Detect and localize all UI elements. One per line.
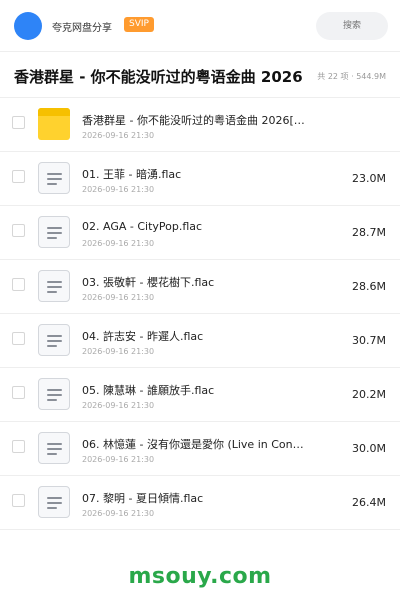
item-size: 30.0M — [352, 442, 386, 455]
top-bar: 夸克网盘分享 SVIP — [0, 0, 400, 52]
item-date: 2026-09-16 21:30 — [82, 293, 155, 302]
item-date: 2026-09-16 21:30 — [82, 509, 155, 518]
brand-label: 夸克网盘分享 — [52, 23, 112, 34]
item-size: 26.4M — [352, 496, 386, 509]
item-size: 28.7M — [352, 226, 386, 239]
item-name: 香港群星 - 你不能没听过的粤语金曲 2026[FLAC] — [82, 114, 308, 127]
item-name: 05. 陳慧琳 - 誰願放手.flac — [82, 384, 215, 397]
select-checkbox[interactable] — [12, 494, 25, 507]
item-size: 30.7M — [352, 334, 386, 347]
list-item[interactable]: 07. 黎明 - 夏日傾情.flac 2026-09-16 21:30 26.4… — [0, 476, 400, 530]
document-icon — [38, 270, 70, 302]
watermark: msouy.com — [128, 564, 272, 589]
page-title: 香港群星 - 你不能没听过的粤语金曲 2026 — [14, 68, 303, 86]
select-checkbox[interactable] — [12, 440, 25, 453]
item-name: 02. AGA - CityPop.flac — [82, 220, 203, 233]
search-input[interactable] — [316, 12, 388, 40]
item-size: 20.2M — [352, 388, 386, 401]
list-item[interactable]: 06. 林憶蓮 - 沒有你還是愛你 (Live in Concert).flac… — [0, 422, 400, 476]
item-date: 2026-09-16 21:30 — [82, 347, 155, 356]
file-list: 香港群星 - 你不能没听过的粤语金曲 2026[FLAC] 2026-09-16… — [0, 98, 400, 530]
list-item[interactable]: 04. 許志安 - 昨遲人.flac 2026-09-16 21:30 30.7… — [0, 314, 400, 368]
list-item[interactable]: 05. 陳慧琳 - 誰願放手.flac 2026-09-16 21:30 20.… — [0, 368, 400, 422]
item-name: 07. 黎明 - 夏日傾情.flac — [82, 492, 204, 505]
select-checkbox[interactable] — [12, 332, 25, 345]
item-size: 23.0M — [352, 172, 386, 185]
item-date: 2026-09-16 21:30 — [82, 455, 155, 464]
select-checkbox[interactable] — [12, 170, 25, 183]
list-item[interactable]: 02. AGA - CityPop.flac 2026-09-16 21:30 … — [0, 206, 400, 260]
item-name: 03. 張敬軒 - 櫻花樹下.flac — [82, 276, 215, 289]
item-count: 共 22 项 · 544.9M — [317, 72, 386, 81]
select-checkbox[interactable] — [12, 278, 25, 291]
item-date: 2026-09-16 21:30 — [82, 131, 155, 140]
document-icon — [38, 216, 70, 248]
list-item[interactable]: 03. 張敬軒 - 櫻花樹下.flac 2026-09-16 21:30 28.… — [0, 260, 400, 314]
item-size: 28.6M — [352, 280, 386, 293]
document-icon — [38, 324, 70, 356]
document-icon — [38, 162, 70, 194]
item-name: 04. 許志安 - 昨遲人.flac — [82, 330, 204, 343]
item-name: 06. 林憶蓮 - 沒有你還是愛你 (Live in Concert).flac — [82, 438, 308, 451]
document-icon — [38, 378, 70, 410]
item-name: 01. 王菲 - 暗湧.flac — [82, 168, 182, 181]
item-date: 2026-09-16 21:30 — [82, 239, 155, 248]
document-icon — [38, 486, 70, 518]
document-icon — [38, 432, 70, 464]
folder-icon — [38, 108, 70, 140]
folder-header: 香港群星 - 你不能没听过的粤语金曲 2026 共 22 项 · 544.9M — [0, 52, 400, 98]
list-item[interactable]: 01. 王菲 - 暗湧.flac 2026-09-16 21:30 23.0M — [0, 152, 400, 206]
item-date: 2026-09-16 21:30 — [82, 185, 155, 194]
select-checkbox[interactable] — [12, 386, 25, 399]
list-item-folder[interactable]: 香港群星 - 你不能没听过的粤语金曲 2026[FLAC] 2026-09-16… — [0, 98, 400, 152]
svip-badge: SVIP — [124, 17, 154, 32]
avatar[interactable] — [14, 12, 42, 40]
item-date: 2026-09-16 21:30 — [82, 401, 155, 410]
select-checkbox[interactable] — [12, 116, 25, 129]
select-checkbox[interactable] — [12, 224, 25, 237]
